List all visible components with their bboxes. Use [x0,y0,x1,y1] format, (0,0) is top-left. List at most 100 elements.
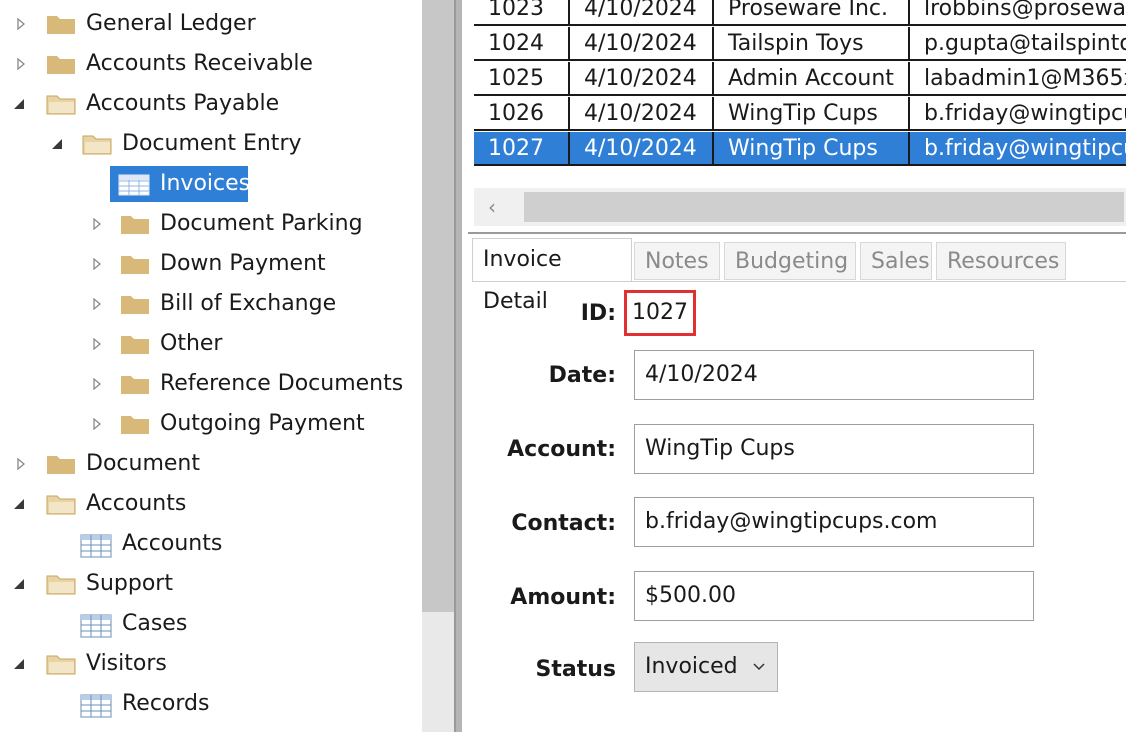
tab-notes[interactable]: Notes [634,242,720,280]
folder-open-icon [46,573,76,601]
tree-item-label: Down Payment [160,251,326,276]
folder-icon [120,373,150,401]
folder-open-icon [46,493,76,521]
tree-item-label: Other [160,331,223,356]
table-row-selected[interactable]: 1027 4/10/2024 WingTip Cups b.friday@win… [474,132,1126,166]
tree-item-label: Accounts [86,491,187,516]
cell-contact: labadmin1@M365x [910,62,1126,96]
expand-arrow-icon[interactable] [90,297,104,311]
detail-pane: 1023 4/10/2024 Proseware Inc. lrobbins@p… [456,0,1126,732]
expand-arrow-icon[interactable] [90,337,104,351]
folder-icon [46,453,76,481]
tree-item-accounts-receivable[interactable]: Accounts Receivable [0,46,420,82]
contact-label: Contact: [511,511,616,536]
tree-item-support[interactable]: Support [0,566,420,602]
tree-item-document-parking[interactable]: Document Parking [0,206,420,242]
tree-item-accounts-folder[interactable]: Accounts [0,486,420,522]
collapse-arrow-icon[interactable] [12,657,26,671]
scroll-left-icon[interactable]: ‹ [488,188,496,226]
tree-item-other[interactable]: Other [0,326,420,362]
collapse-arrow-icon[interactable] [12,497,26,511]
table-row[interactable]: 1026 4/10/2024 WingTip Cups b.friday@win… [474,97,1126,132]
tree-item-accounts-table[interactable]: Accounts [0,526,420,562]
tree-item-label: Document Parking [160,211,363,236]
tab-invoice-detail[interactable]: Invoice Detail [472,238,632,314]
tree-item-cases[interactable]: Cases [0,606,420,642]
collapse-arrow-icon[interactable] [12,97,26,111]
tree-item-label: Document [86,451,200,476]
tree-item-outgoing-payment[interactable]: Outgoing Payment [0,406,420,442]
expand-arrow-icon[interactable] [90,417,104,431]
cell-id: 1027 [474,132,570,166]
cell-account: Admin Account [714,62,910,96]
tab-budgeting[interactable]: Budgeting [724,242,856,280]
scrollbar-thumb[interactable] [422,0,456,612]
navigation-tree: General Ledger Accounts Receivable Accou… [0,0,422,732]
expand-arrow-icon[interactable] [90,257,104,271]
tab-sales[interactable]: Sales [860,242,932,280]
tree-item-label: Accounts Receivable [86,51,313,76]
tree-item-label: General Ledger [86,11,256,36]
tree-item-label: Cases [122,611,188,636]
tree-item-document-entry[interactable]: Document Entry [0,126,420,162]
table-row[interactable]: 1023 4/10/2024 Proseware Inc. lrobbins@p… [474,0,1126,27]
tree-item-bill-of-exchange[interactable]: Bill of Exchange [0,286,420,322]
folder-icon [120,213,150,241]
cell-account: WingTip Cups [714,132,910,166]
table-icon [118,174,150,202]
amount-field[interactable]: $500.00 [634,571,1034,621]
cell-contact: p.gupta@tailspinto [910,27,1126,61]
expand-arrow-icon[interactable] [90,377,104,391]
tree-item-document[interactable]: Document [0,446,420,482]
contact-field[interactable]: b.friday@wingtipcups.com [634,497,1034,547]
cell-id: 1024 [474,27,570,61]
folder-icon [120,293,150,321]
table-row[interactable]: 1025 4/10/2024 Admin Account labadmin1@M… [474,62,1126,97]
expand-arrow-icon[interactable] [90,217,104,231]
tree-item-accounts-payable[interactable]: Accounts Payable [0,86,420,122]
table-icon [80,534,112,564]
date-label: Date: [548,363,616,388]
cell-contact: b.friday@wingtipcu [910,97,1126,131]
tree-item-records[interactable]: Records [0,686,420,722]
tab-resources[interactable]: Resources [936,242,1066,280]
folder-open-icon [46,93,76,121]
tree-item-label: Invoices [160,171,251,196]
scrollbar-thumb[interactable] [524,192,1124,222]
pane-divider[interactable] [468,232,1126,234]
tab-baseline [472,281,1126,282]
tree-item-general-ledger[interactable]: General Ledger [0,6,420,42]
grid-horizontal-scrollbar[interactable]: ‹ [474,188,1126,226]
tree-item-reference-documents[interactable]: Reference Documents [0,366,420,402]
tree-item-visitors[interactable]: Visitors [0,646,420,682]
tree-item-down-payment[interactable]: Down Payment [0,246,420,282]
expand-arrow-icon[interactable] [14,457,28,471]
account-field[interactable]: WingTip Cups [634,424,1034,474]
cell-date: 4/10/2024 [570,27,714,61]
detail-tabs: Invoice Detail Notes Budgeting Sales Res… [472,238,1126,314]
chevron-down-icon [753,643,765,691]
tree-vertical-scrollbar[interactable] [422,0,458,732]
id-value: 1027 [624,290,696,336]
expand-arrow-icon[interactable] [14,17,28,31]
tree-item-label: Accounts Payable [86,91,280,116]
tree-item-label: Support [86,571,173,596]
table-icon [80,614,112,644]
tree-item-label: Records [122,691,210,716]
account-label: Account: [507,437,616,462]
expand-arrow-icon[interactable] [14,57,28,71]
status-selected-value: Invoiced [645,654,738,679]
cell-account: Tailspin Toys [714,27,910,61]
tree-item-label: Outgoing Payment [160,411,365,436]
cell-account: WingTip Cups [714,97,910,131]
tree-item-invoices[interactable]: Invoices [0,166,420,202]
table-icon [80,694,112,724]
date-field[interactable]: 4/10/2024 [634,350,1034,400]
status-dropdown[interactable]: Invoiced [634,642,778,692]
collapse-arrow-icon[interactable] [50,137,64,151]
folder-icon [120,333,150,361]
tree-item-label: Accounts [122,531,223,556]
folder-icon [46,53,76,81]
table-row[interactable]: 1024 4/10/2024 Tailspin Toys p.gupta@tai… [474,27,1126,62]
collapse-arrow-icon[interactable] [12,577,26,591]
